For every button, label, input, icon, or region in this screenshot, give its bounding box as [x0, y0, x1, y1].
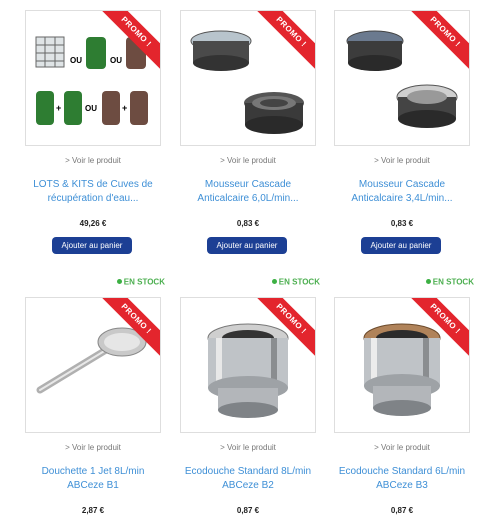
product-price: 2,87 € — [81, 506, 105, 515]
svg-text:+: + — [122, 103, 127, 113]
product-name-link[interactable]: Ecodouche Standard 8L/min ABCeze B2 — [170, 465, 326, 493]
product-name-line: Mousseur Cascade — [204, 179, 292, 190]
product-name-link[interactable]: Mousseur Cascade Anticalcaire 6,0L/min..… — [170, 178, 326, 206]
view-product-link[interactable]: > Voir le produit — [180, 443, 316, 452]
svg-text:OU: OU — [110, 56, 122, 65]
product-name-line: Anticalcaire 6,0L/min... — [197, 193, 299, 204]
product-image-link[interactable]: PROMO ! — [334, 297, 470, 433]
product-price: 49,26 € — [79, 219, 107, 228]
product-name-link[interactable]: Douchette 1 Jet 8L/min ABCeze B1 — [15, 465, 171, 493]
product-name-line: LOTS & KITS de Cuves de — [33, 179, 153, 190]
product-name-line: Ecodouche Standard 8L/min — [184, 466, 312, 477]
in-stock-dot-icon — [116, 279, 122, 285]
product-name-line: ABCeze B1 — [67, 480, 119, 491]
svg-text:OU: OU — [85, 104, 97, 113]
product-name-line: récupération d'eau... — [47, 193, 139, 204]
add-to-cart-button[interactable]: Ajouter au panier — [52, 237, 132, 254]
product-name-line: ABCeze B3 — [376, 480, 428, 491]
svg-text:+: + — [56, 103, 61, 113]
product-name-link[interactable]: Ecodouche Standard 6L/min ABCeze B3 — [324, 465, 480, 493]
view-product-link[interactable]: > Voir le produit — [25, 156, 161, 165]
product-price: 0,83 € — [236, 219, 260, 228]
add-to-cart-button[interactable]: Ajouter au panier — [361, 237, 441, 254]
add-to-cart-button[interactable]: Ajouter au panier — [207, 237, 287, 254]
product-price: 0,87 € — [390, 506, 414, 515]
view-product-link[interactable]: > Voir le produit — [25, 443, 161, 452]
product-price: 0,87 € — [236, 506, 260, 515]
stock-status: EN STOCK — [240, 277, 320, 286]
in-stock-dot-icon — [271, 279, 277, 285]
product-image-link[interactable]: PROMO ! — [334, 10, 470, 146]
svg-text:OU: OU — [70, 56, 82, 65]
view-product-link[interactable]: > Voir le produit — [334, 443, 470, 452]
product-name-link[interactable]: Mousseur Cascade Anticalcaire 3,4L/min..… — [324, 178, 480, 206]
product-name-line: Mousseur Cascade — [358, 179, 446, 190]
product-name-line: Douchette 1 Jet 8L/min — [41, 466, 145, 477]
product-name-line: Anticalcaire 3,4L/min... — [351, 193, 453, 204]
product-name-line: Ecodouche Standard 6L/min — [338, 466, 466, 477]
product-price: 0,83 € — [390, 219, 414, 228]
in-stock-dot-icon — [425, 279, 431, 285]
view-product-link[interactable]: > Voir le produit — [180, 156, 316, 165]
product-name-line: ABCeze B2 — [222, 480, 274, 491]
view-product-link[interactable]: > Voir le produit — [334, 156, 470, 165]
product-name-link[interactable]: LOTS & KITS de Cuves de récupération d'e… — [15, 178, 171, 206]
product-image-link[interactable]: OU OU + OU + PROMO ! — [25, 10, 161, 146]
stock-status: EN STOCK — [85, 277, 165, 286]
product-image-link[interactable]: PROMO ! — [25, 297, 161, 433]
product-image-link[interactable]: PROMO ! — [180, 10, 316, 146]
product-image-link[interactable]: PROMO ! — [180, 297, 316, 433]
stock-status: EN STOCK — [394, 277, 474, 286]
